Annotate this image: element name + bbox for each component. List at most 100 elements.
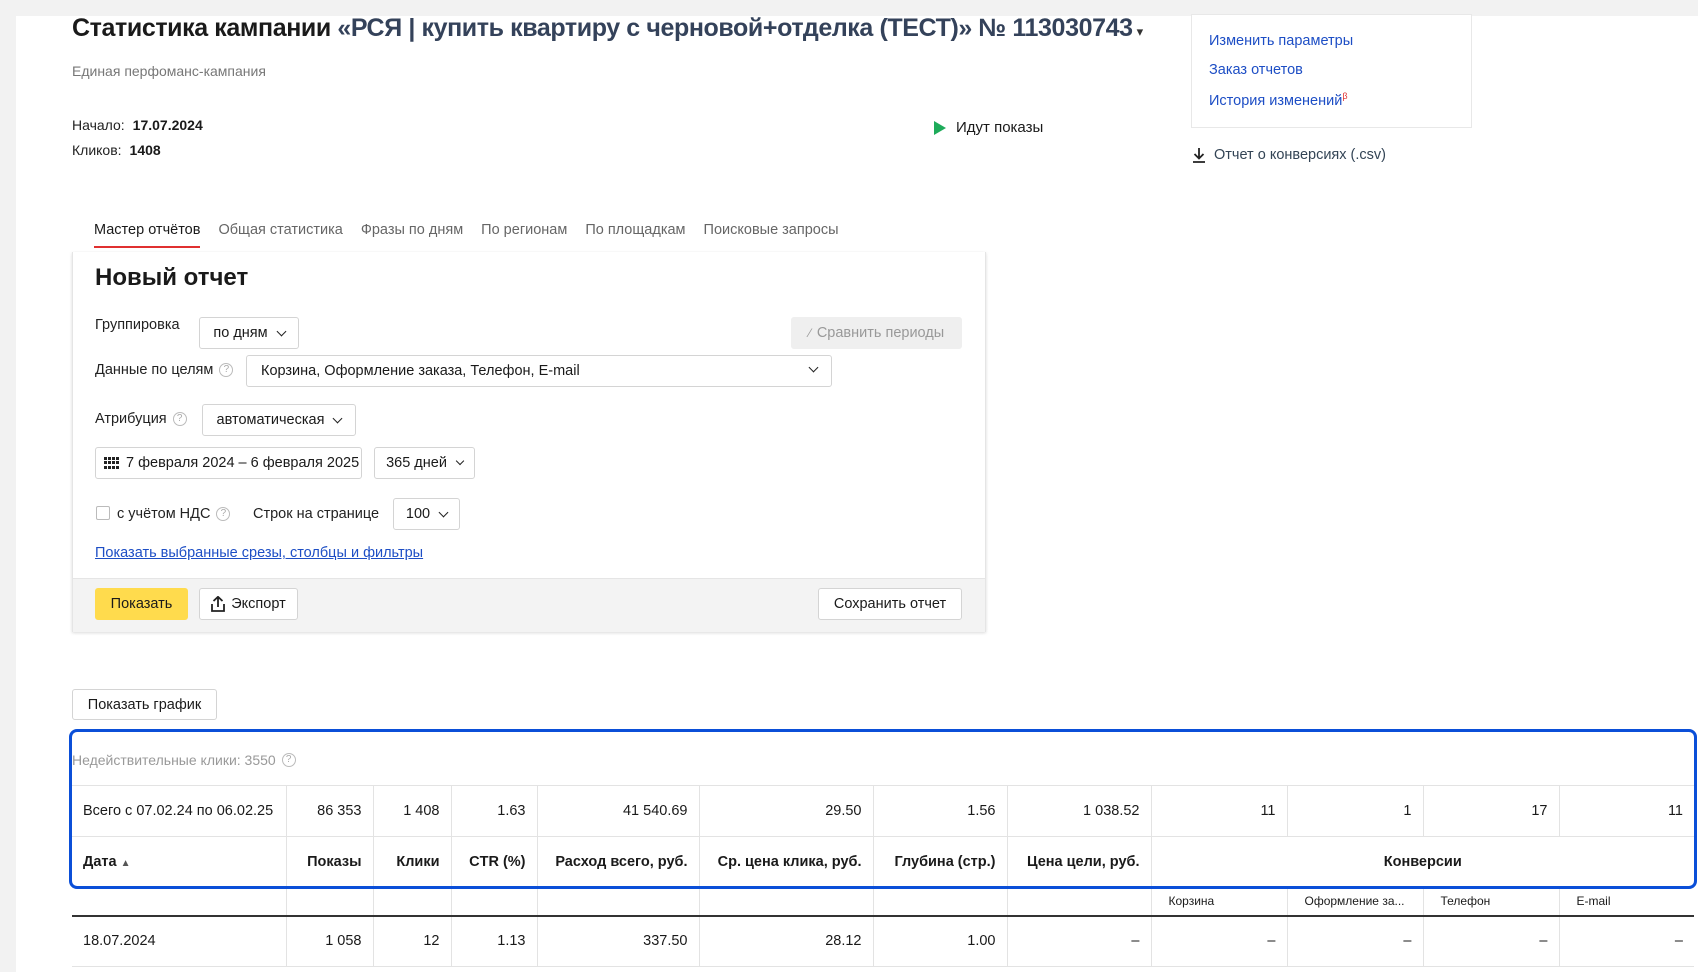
stats-table: Всего с 07.02.24 по 06.02.25 86 353 1 40…: [72, 785, 1694, 967]
goals-label-row: Данные по целям?: [95, 362, 234, 378]
sort-asc-icon[interactable]: ▲: [121, 858, 131, 869]
chevron-down-icon: [438, 507, 449, 517]
report-panel: [72, 252, 986, 632]
period-picker[interactable]: 7 февраля 2024 – 6 февраля 2025: [95, 447, 362, 479]
compare-periods-button[interactable]: ⁄ Сравнить периоды: [791, 317, 962, 349]
order-reports-link[interactable]: Заказ отчетов: [1209, 62, 1303, 78]
start-date: Начало: 17.07.2024: [72, 117, 203, 133]
column-header-ctr[interactable]: CTR (%): [451, 836, 538, 888]
column-header-conversions: Конверсии: [1151, 836, 1694, 888]
conversions-csv-link[interactable]: Отчет о конверсиях (.csv): [1192, 147, 1386, 163]
subheader-blank: [1007, 887, 1152, 917]
change-history-label: История изменений: [1209, 92, 1343, 109]
help-icon[interactable]: ?: [216, 507, 231, 521]
tab-by-region[interactable]: По регионам: [481, 222, 567, 248]
report-tabs: Мастер отчётов Общая статистика Фразы по…: [94, 222, 839, 248]
column-header-depth[interactable]: Глубина (стр.): [873, 836, 1008, 888]
clicks-count: Кликов: 1408: [72, 142, 161, 158]
show-button[interactable]: Показать: [95, 588, 188, 620]
subheader-blank: [451, 887, 538, 917]
table-cell: 18.07.2024: [72, 915, 287, 967]
table-row: 18.07.2024 1 058 12 1.13 337.50 28.12 1.…: [72, 915, 1694, 967]
campaign-dropdown-icon[interactable]: ▾: [1137, 24, 1144, 39]
help-icon[interactable]: ?: [219, 363, 234, 377]
csv-label: Отчет о конверсиях (.csv): [1214, 147, 1386, 163]
table-cell: 12: [373, 915, 452, 967]
column-header-impressions[interactable]: Показы: [286, 836, 374, 888]
table-cell: 28.12: [699, 915, 874, 967]
help-icon[interactable]: ?: [281, 753, 296, 767]
tab-report-wizard[interactable]: Мастер отчётов: [94, 222, 201, 248]
chevron-down-icon: [333, 413, 343, 423]
total-cell: 11: [1151, 785, 1288, 837]
total-cell: 29.50: [699, 785, 874, 837]
subheader-phone[interactable]: Телефон: [1423, 887, 1560, 917]
column-header-date[interactable]: Дата ▲: [72, 836, 287, 888]
total-cell: 1: [1287, 785, 1424, 837]
save-report-button[interactable]: Сохранить отчет: [818, 588, 962, 620]
total-row: Всего с 07.02.24 по 06.02.25 86 353 1 40…: [72, 785, 1694, 837]
compare-label: Сравнить периоды: [816, 325, 945, 341]
subheader-checkout[interactable]: Оформление за...: [1287, 887, 1424, 917]
tab-search-queries[interactable]: Поисковые запросы: [704, 222, 839, 248]
table-cell: –: [1151, 915, 1288, 967]
table-cell: 337.50: [537, 915, 700, 967]
grouping-label: Группировка: [95, 317, 180, 333]
upload-icon: [211, 596, 226, 612]
total-cell: 17: [1423, 785, 1560, 837]
rows-value: 100: [405, 506, 431, 522]
tab-phrases-by-day[interactable]: Фразы по дням: [361, 222, 463, 248]
show-chart-button[interactable]: Показать график: [72, 689, 217, 720]
chevron-down-icon: [455, 456, 465, 466]
campaign-status: Идут показы: [934, 119, 1043, 136]
page-title: Статистика кампании «РСЯ | купить кварти…: [72, 14, 1143, 43]
total-cell: Всего с 07.02.24 по 06.02.25: [72, 785, 287, 837]
total-cell: 11: [1559, 785, 1694, 837]
vat-checkbox[interactable]: [96, 506, 110, 520]
table-cell: 1.00: [873, 915, 1008, 967]
show-filters-link[interactable]: Показать выбранные срезы, столбцы и филь…: [95, 545, 423, 561]
start-label: Начало:: [72, 117, 125, 133]
grouping-select[interactable]: по дням: [199, 317, 299, 349]
column-header-avg-cpc[interactable]: Ср. цена клика, руб.: [699, 836, 874, 888]
column-header-clicks[interactable]: Клики: [373, 836, 452, 888]
days-select[interactable]: 365 дней: [374, 447, 475, 479]
help-icon[interactable]: ?: [172, 412, 187, 426]
edit-params-link[interactable]: Изменить параметры: [1209, 33, 1353, 49]
rows-label: Строк на странице: [253, 506, 380, 522]
total-cell: 41 540.69: [537, 785, 700, 837]
column-header-spend[interactable]: Расход всего, руб.: [537, 836, 700, 888]
table-cell: –: [1423, 915, 1560, 967]
play-icon: [934, 120, 946, 135]
change-history-link[interactable]: История измененийβ: [1209, 91, 1348, 109]
table-cell: 1.13: [451, 915, 538, 967]
beta-badge: β: [1342, 91, 1348, 101]
tab-by-placement[interactable]: По площадкам: [585, 222, 685, 248]
campaign-name[interactable]: «РСЯ | купить квартиру с черновой+отделк…: [337, 14, 1133, 42]
calendar-icon: [104, 457, 120, 469]
subheader-blank: [873, 887, 1008, 917]
attribution-select[interactable]: автоматическая: [202, 404, 356, 436]
total-cell: 1 038.52: [1007, 785, 1152, 837]
attribution-label: Атрибуция: [95, 411, 167, 427]
table-cell: –: [1559, 915, 1694, 967]
report-title: Новый отчет: [95, 264, 249, 291]
subheader-blank: [286, 887, 374, 917]
left-strip: [0, 0, 16, 972]
column-header-cpa[interactable]: Цена цели, руб.: [1007, 836, 1152, 888]
total-cell: 1.63: [451, 785, 538, 837]
rows-per-page-select[interactable]: 100: [393, 498, 460, 530]
date-header-label: Дата: [83, 854, 117, 870]
goals-select[interactable]: Корзина, Оформление заказа, Телефон, E-m…: [246, 355, 832, 387]
total-cell: 86 353: [286, 785, 374, 837]
invalid-clicks: Недействительные клики: 3550?: [72, 752, 296, 768]
subheader-cart[interactable]: Корзина: [1151, 887, 1288, 917]
export-button[interactable]: Экспорт: [199, 588, 298, 620]
grouping-value: по дням: [213, 325, 268, 341]
subheader-email[interactable]: E-mail: [1559, 887, 1694, 917]
subheader-row: Корзина Оформление за... Телефон E-mail: [72, 887, 1694, 917]
tab-general-stats[interactable]: Общая статистика: [218, 222, 342, 248]
subheader-blank: [373, 887, 452, 917]
subheader-blank: [537, 887, 700, 917]
table-cell: 1 058: [286, 915, 374, 967]
